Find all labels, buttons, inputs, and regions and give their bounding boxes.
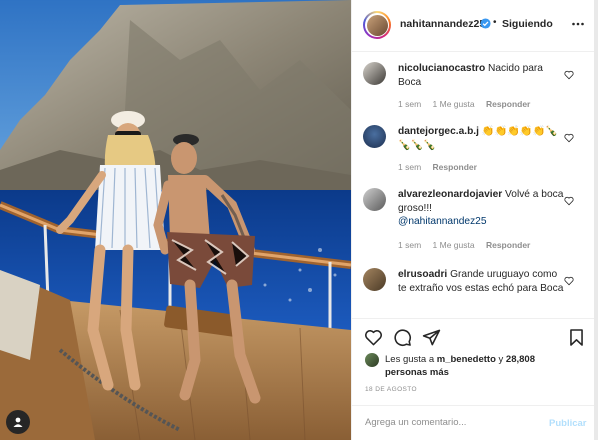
likes-prefix: Les gusta a xyxy=(385,354,435,365)
comment-input[interactable] xyxy=(365,417,525,428)
comment-icon[interactable] xyxy=(393,328,412,347)
comment-time: 1 sem xyxy=(398,240,422,250)
like-comment-heart-icon[interactable] xyxy=(564,276,574,286)
comment-text: dantejorgec.a.b.j 👏👏👏👏👏🍾🍾🍾🍾 xyxy=(398,125,564,152)
like-comment-heart-icon[interactable] xyxy=(564,196,574,206)
comment-meta: 1 sem 1 Me gusta Responder xyxy=(398,240,539,250)
share-icon[interactable] xyxy=(422,328,441,347)
comment-avatar[interactable] xyxy=(363,188,386,211)
comment-text: elrusoadri Grande uruguayo como te extra… xyxy=(398,268,564,295)
comment-likes[interactable]: 1 Me gusta xyxy=(433,99,475,109)
comment-avatar[interactable] xyxy=(363,62,386,85)
comment-username[interactable]: elrusoadri xyxy=(398,269,447,280)
bookmark-icon[interactable] xyxy=(567,328,586,347)
reply-button[interactable]: Responder xyxy=(486,99,530,109)
comment-likes[interactable]: 1 Me gusta xyxy=(433,240,475,250)
photo-scene xyxy=(0,0,351,440)
post-actions: Les gusta a m_benedetto y 28,808 persona… xyxy=(352,318,595,440)
comment-text: alvarezleonardojavier Volvé a boca groso… xyxy=(398,188,564,229)
likes-conj: y xyxy=(498,354,504,365)
likes-user-link[interactable]: m_benedetto xyxy=(437,354,496,365)
tagged-user-icon[interactable] xyxy=(6,410,30,434)
comments-list[interactable]: nicolucianocastro Nacido para Boca 1 sem… xyxy=(352,53,595,317)
post-date[interactable]: 18 DE AGOSTO xyxy=(365,386,417,393)
verified-icon xyxy=(480,18,491,29)
reply-button[interactable]: Responder xyxy=(486,240,530,250)
comment-time: 1 sem xyxy=(398,99,422,109)
post-header: nahitannandez25 • Siguiendo xyxy=(352,0,598,52)
comment-avatar[interactable] xyxy=(363,125,386,148)
post-side-panel: nahitannandez25 • Siguiendo nicolucianoc… xyxy=(351,0,598,440)
heart-icon[interactable] xyxy=(364,328,383,347)
like-comment-heart-icon[interactable] xyxy=(564,70,574,80)
comment-meta: 1 sem 1 Me gusta Responder xyxy=(398,99,539,109)
publish-button[interactable]: Publicar xyxy=(549,418,587,429)
comment-username[interactable]: dantejorgec.a.b.j xyxy=(398,126,479,137)
reply-button[interactable]: Responder xyxy=(433,162,477,172)
comment-time: 1 sem xyxy=(398,162,422,172)
person-icon xyxy=(13,417,23,427)
add-comment-bar: Publicar xyxy=(352,405,595,441)
comment-username[interactable]: alvarezleonardojavier xyxy=(398,189,502,200)
instagram-post-modal: nahitannandez25 • Siguiendo nicolucianoc… xyxy=(0,0,598,440)
owner-username[interactable]: nahitannandez25 xyxy=(400,18,485,30)
like-comment-heart-icon[interactable] xyxy=(564,133,574,143)
comment-username[interactable]: nicolucianocastro xyxy=(398,63,485,74)
comment-meta: 1 sem Responder xyxy=(398,162,486,172)
liker-avatar[interactable] xyxy=(365,353,379,367)
post-photo[interactable] xyxy=(0,0,351,440)
owner-avatar[interactable] xyxy=(363,11,391,39)
more-options-icon[interactable] xyxy=(571,17,585,31)
likes-text: Les gusta a m_benedetto y 28,808 persona… xyxy=(385,353,535,379)
separator-dot: • xyxy=(493,17,497,28)
comment-text: nicolucianocastro Nacido para Boca xyxy=(398,62,564,89)
comment-avatar[interactable] xyxy=(363,268,386,291)
comment-mention-link[interactable]: @nahitannandez25 xyxy=(398,216,487,227)
following-button[interactable]: Siguiendo xyxy=(502,18,553,30)
